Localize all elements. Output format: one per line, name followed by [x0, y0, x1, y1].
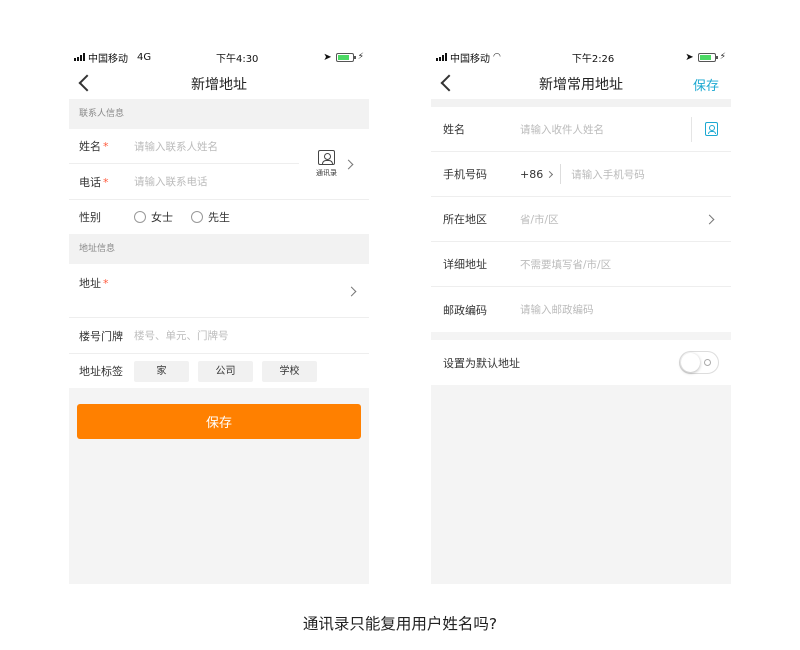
contacts-icon[interactable]	[705, 122, 718, 136]
tag-company-button[interactable]: 公司	[198, 360, 253, 382]
location-icon: ➤	[685, 51, 694, 63]
chevron-right-icon	[546, 170, 554, 178]
wifi-icon: ◠	[493, 52, 501, 62]
name-label: 姓名 *	[79, 140, 109, 153]
postcode-row[interactable]: 邮政编码 请输入邮政编码	[431, 287, 731, 332]
postcode-input[interactable]: 请输入邮政编码	[520, 302, 594, 317]
region-label: 所在地区	[443, 213, 487, 226]
region-input[interactable]: 省/市/区	[520, 212, 559, 227]
contacts-label: 通讯录	[316, 169, 337, 177]
separator	[431, 99, 731, 107]
phone-label: 电话 *	[79, 175, 109, 189]
phone-label: 手机号码	[443, 168, 487, 181]
phone-input[interactable]: 请输入联系电话	[134, 174, 208, 189]
tag-school-button[interactable]: 学校	[262, 360, 317, 382]
contact-fields: 姓名 * 请输入联系人姓名 电话 * 请输入联系电话 通讯录	[69, 129, 369, 199]
name-input[interactable]: 请输入收件人姓名	[520, 122, 604, 137]
chevron-right-icon	[343, 159, 354, 169]
house-number-input[interactable]: 楼号、单元、门牌号	[134, 328, 229, 343]
nav-bar: 新增地址	[69, 69, 369, 99]
right-phone-screen: 中国移动 ◠ 下午2:26 ➤ ⚡ 新增常用地址 保存 姓名 请输入收件人姓名 …	[431, 45, 731, 584]
contacts-button[interactable]: 通讯录	[299, 129, 369, 199]
gender-option-female[interactable]: 女士	[134, 209, 173, 225]
name-label: 姓名	[443, 123, 465, 136]
default-address-row: 设置为默认地址	[431, 340, 731, 385]
region-row[interactable]: 所在地区 省/市/区	[431, 197, 731, 242]
tag-row: 地址标签 家 公司 学校	[69, 353, 369, 388]
signal-icon	[74, 53, 85, 61]
chevron-right-icon	[704, 214, 715, 225]
house-number-row[interactable]: 楼号门牌 楼号、单元、门牌号	[69, 318, 369, 353]
postcode-label: 邮政编码	[443, 303, 487, 317]
back-icon[interactable]	[440, 74, 458, 92]
network-label: 4G	[137, 51, 152, 63]
radio-icon	[134, 211, 146, 223]
page-title: 新增常用地址	[539, 77, 623, 93]
radio-icon	[191, 211, 203, 223]
signal-icon	[436, 53, 447, 61]
detail-address-label: 详细地址	[443, 258, 487, 271]
detail-address-row[interactable]: 详细地址 不需要填写省/市/区	[431, 242, 731, 287]
tag-home-button[interactable]: 家	[134, 360, 189, 382]
carrier-label: 中国移动	[450, 53, 490, 65]
address-label: 地址 *	[79, 277, 109, 290]
chevron-right-icon	[346, 286, 357, 297]
contact-section-header: 联系人信息	[69, 99, 369, 129]
status-bar: 中国移动 ◠ 下午2:26 ➤ ⚡	[431, 45, 731, 69]
gender-option-male[interactable]: 先生	[191, 209, 230, 225]
clock: 下午4:30	[215, 53, 259, 65]
save-button[interactable]: 保存	[77, 404, 361, 439]
charging-icon: ⚡	[719, 52, 726, 62]
name-row[interactable]: 姓名 请输入收件人姓名	[431, 107, 731, 152]
location-icon: ➤	[323, 51, 332, 63]
carrier-label: 中国移动	[88, 53, 128, 65]
left-phone-screen: 中国移动 4G 下午4:30 ➤ ⚡ 新增地址 联系人信息 姓名 * 请输入联系人…	[69, 45, 369, 584]
country-code-select[interactable]: +86	[520, 164, 562, 184]
contact-card-icon	[318, 150, 335, 165]
back-icon[interactable]	[78, 74, 96, 92]
phone-row[interactable]: 手机号码 +86 请输入手机号码	[431, 152, 731, 197]
status-bar: 中国移动 4G 下午4:30 ➤ ⚡	[69, 45, 369, 69]
gender-row: 性别 女士 先生	[69, 199, 369, 234]
address-row[interactable]: 地址 *	[69, 264, 369, 318]
save-button[interactable]: 保存	[693, 75, 719, 94]
phone-input[interactable]: 请输入手机号码	[571, 167, 645, 182]
divider	[691, 117, 692, 142]
nav-bar: 新增常用地址 保存	[431, 69, 731, 99]
clock: 下午2:26	[571, 53, 615, 65]
default-address-toggle[interactable]	[679, 351, 719, 374]
charging-icon: ⚡	[357, 52, 364, 62]
gender-label: 性别	[79, 211, 101, 224]
battery-icon	[697, 52, 718, 62]
phone-row[interactable]: 电话 * 请输入联系电话	[69, 164, 299, 199]
name-input[interactable]: 请输入联系人姓名	[134, 139, 218, 154]
tag-label: 地址标签	[79, 365, 123, 378]
caption: 通讯录只能复用用户姓名吗?	[302, 615, 498, 633]
page-title: 新增地址	[191, 77, 247, 93]
battery-icon	[335, 52, 356, 62]
house-number-label: 楼号门牌	[79, 329, 123, 343]
address-section-header: 地址信息	[69, 234, 369, 264]
name-row[interactable]: 姓名 * 请输入联系人姓名	[69, 129, 299, 164]
detail-address-input[interactable]: 不需要填写省/市/区	[520, 257, 611, 272]
default-address-label: 设置为默认地址	[443, 356, 520, 370]
